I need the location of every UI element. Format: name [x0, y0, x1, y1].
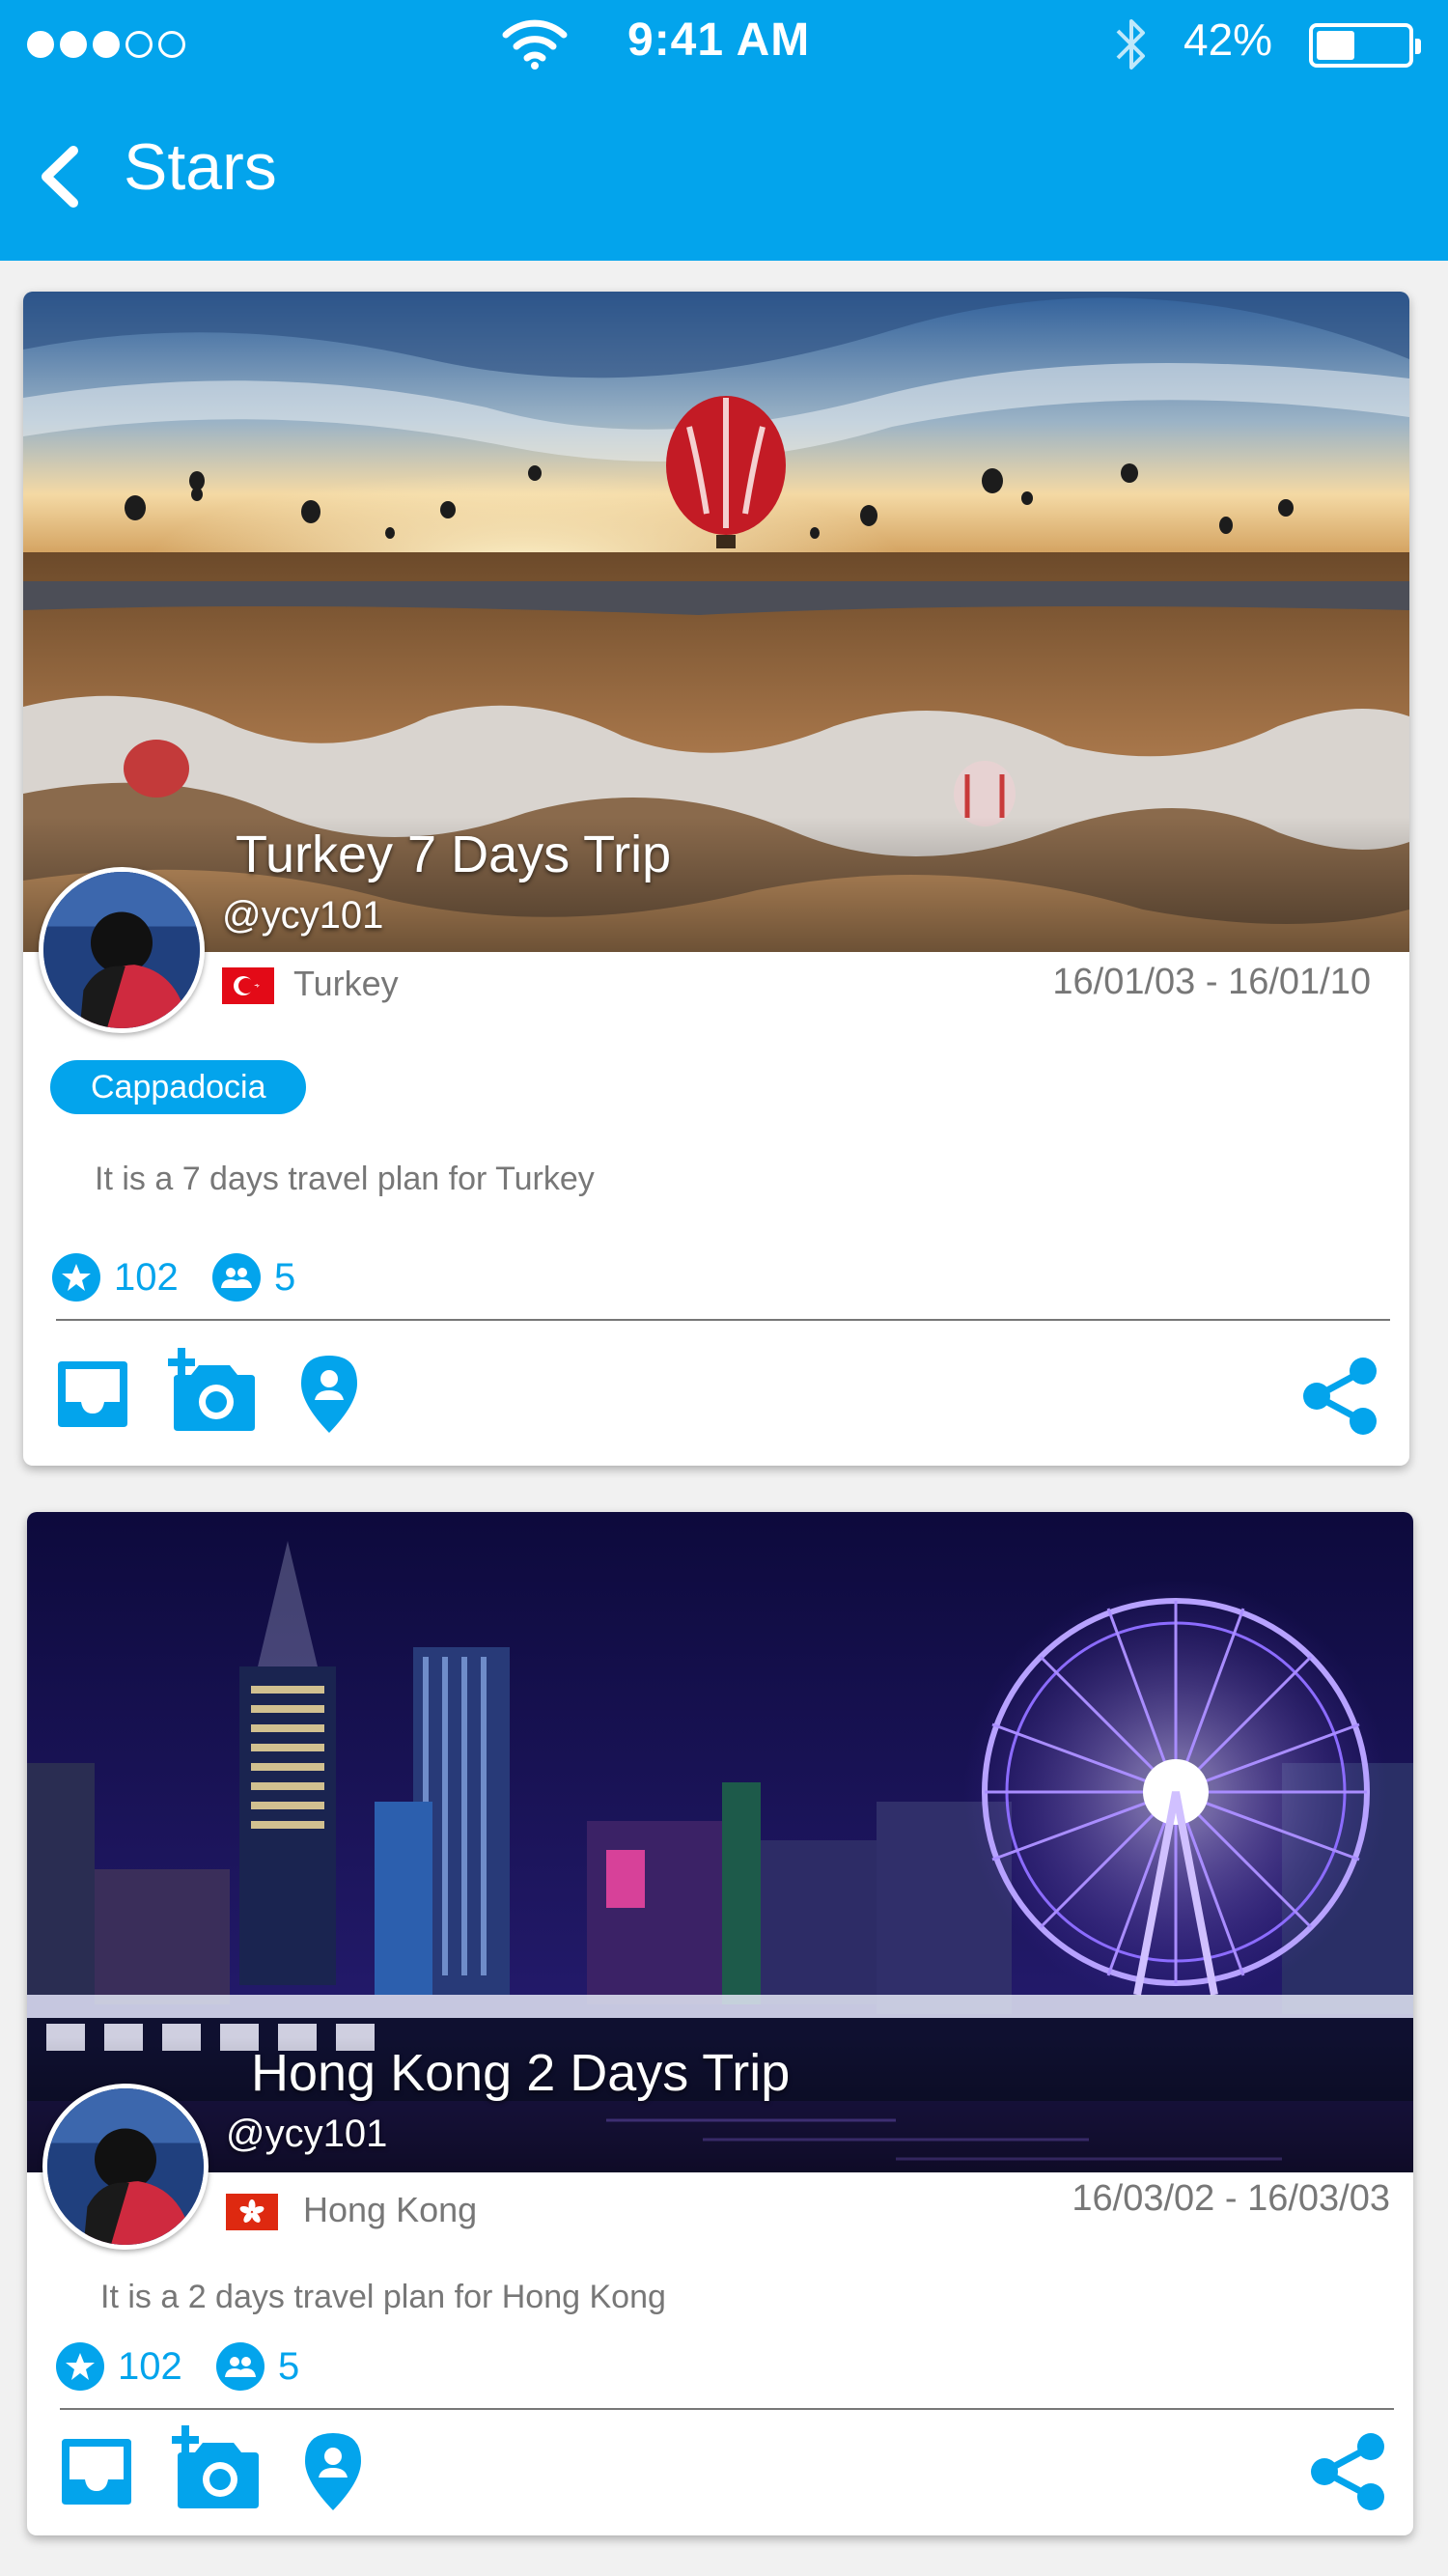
turkey-flag-icon	[222, 967, 274, 1004]
members-count[interactable]: 5	[216, 2342, 299, 2391]
location-tag[interactable]: Cappadocia	[50, 1060, 307, 1114]
battery-level-fill	[1317, 31, 1354, 60]
group-icon	[216, 2342, 265, 2391]
battery-icon	[1309, 23, 1421, 68]
inbox-icon[interactable]	[60, 2435, 133, 2508]
trip-card[interactable]: Hong Kong 2 Days Trip @ycy101 Hong Kong …	[27, 1512, 1413, 2535]
members-count[interactable]: 5	[212, 1253, 295, 1302]
trip-country: Hong Kong	[303, 2190, 478, 2229]
trip-card[interactable]: Turkey 7 Days Trip @ycy101 Turkey 16/01/…	[23, 292, 1409, 1466]
trip-cover-photo: Hong Kong 2 Days Trip @ycy101	[27, 1512, 1413, 2172]
share-icon[interactable]	[1309, 2431, 1386, 2512]
stars-count-value: 102	[118, 2344, 182, 2388]
avatar[interactable]	[39, 867, 205, 1033]
trip-owner-handle[interactable]: @ycy101	[222, 894, 383, 938]
top-bar: 9:41 AM 42% Stars	[0, 0, 1448, 261]
location-pin-icon[interactable]	[299, 1354, 359, 1435]
hong-kong-flag-icon	[226, 2194, 278, 2230]
star-icon	[56, 2342, 104, 2391]
share-icon[interactable]	[1301, 1356, 1378, 1437]
trip-country: Turkey	[293, 964, 399, 1003]
group-icon	[212, 1253, 261, 1302]
bluetooth-icon	[1116, 19, 1145, 70]
trip-title[interactable]: Turkey 7 Days Trip	[236, 825, 671, 884]
trip-title[interactable]: Hong Kong 2 Days Trip	[251, 2043, 790, 2103]
chevron-left-icon[interactable]	[35, 143, 83, 210]
members-count-value: 5	[278, 2344, 300, 2388]
trip-owner-handle[interactable]: @ycy101	[226, 2113, 387, 2156]
add-photo-icon[interactable]	[172, 2425, 261, 2510]
wifi-icon	[502, 19, 568, 70]
page-title: Stars	[124, 130, 277, 204]
battery-percentage: 42%	[1183, 14, 1273, 65]
app-root: 9:41 AM 42% Stars Turkey 7 Days Trip @yc…	[0, 0, 1448, 2576]
add-photo-icon[interactable]	[168, 1348, 257, 1433]
divider	[56, 1319, 1390, 1321]
trip-cover-photo: Turkey 7 Days Trip @ycy101	[23, 292, 1409, 952]
avatar[interactable]	[42, 2084, 209, 2250]
signal-strength-icon	[27, 31, 185, 58]
members-count-value: 5	[274, 1255, 296, 1299]
stars-count-value: 102	[114, 1255, 179, 1299]
trip-description: It is a 7 days travel plan for Turkey	[95, 1161, 595, 1197]
trip-dates: 16/03/02 - 16/03/03	[1072, 2178, 1390, 2219]
trip-dates: 16/01/03 - 16/01/10	[1052, 962, 1371, 1002]
star-icon	[52, 1253, 100, 1302]
stars-count[interactable]: 102	[56, 2342, 182, 2391]
divider	[60, 2408, 1394, 2410]
status-time: 9:41 AM	[627, 14, 811, 66]
inbox-icon[interactable]	[56, 1358, 129, 1431]
trip-description: It is a 2 days travel plan for Hong Kong	[100, 2279, 666, 2315]
location-pin-icon[interactable]	[303, 2431, 363, 2512]
stars-count[interactable]: 102	[52, 1253, 179, 1302]
